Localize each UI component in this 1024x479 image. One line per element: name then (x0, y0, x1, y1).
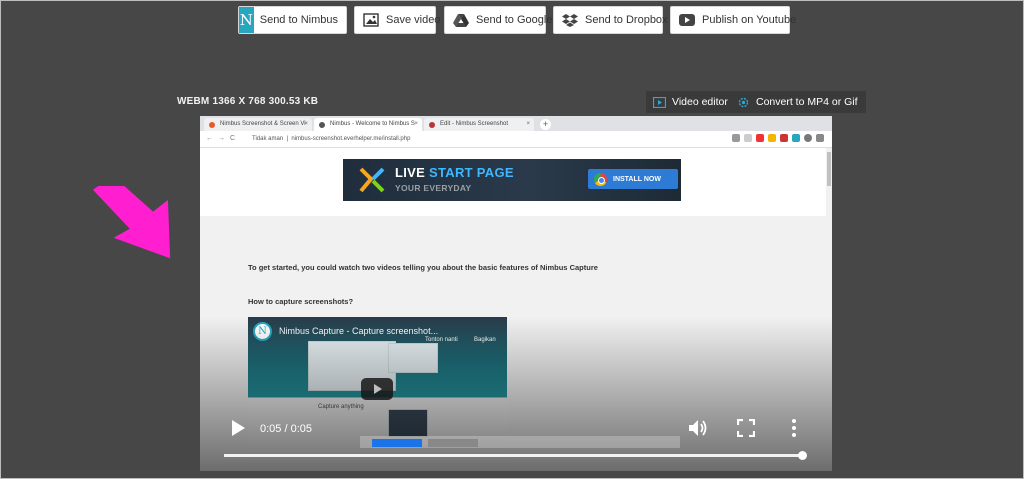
page-scrollbar (826, 148, 832, 471)
top-toolbar: N Send to Nimbus Save video Send to Goog… (1, 6, 1023, 34)
google-drive-icon (453, 10, 469, 30)
browser-tab-strip: Nimbus Screenshot & Screen Vi × Nimbus -… (200, 116, 832, 131)
video-editor-icon (652, 95, 666, 109)
video-editor-button[interactable]: Video editor (646, 91, 736, 113)
progress-knob[interactable] (798, 451, 807, 460)
banner-title-a: LIVE (395, 165, 430, 180)
thumbnail-shot (388, 343, 438, 373)
send-to-nimbus-label: Send to Nimbus (259, 14, 338, 26)
progress-bar[interactable] (224, 451, 807, 460)
publish-on-youtube-button[interactable]: Publish on Youtube (670, 6, 796, 34)
url-text: Tidak aman | nimbus-screenshot.everhelpe… (252, 136, 411, 142)
favicon-icon (319, 122, 325, 128)
live-start-page-banner: LIVE START PAGE YOUR EVERYDAY INSTALL NO… (343, 159, 681, 201)
youtube-play-icon (361, 378, 393, 400)
more-options-icon[interactable] (790, 418, 798, 438)
convert-gear-icon (736, 95, 750, 109)
image-icon (363, 10, 379, 30)
browser-nav-icons: ←→C (206, 135, 241, 142)
youtube-video-title: Nimbus Capture - Capture screenshot... (279, 326, 439, 336)
convert-button[interactable]: Convert to MP4 or Gif (730, 91, 866, 113)
cookie-notice (360, 436, 680, 448)
new-tab-icon: + (540, 119, 551, 130)
nimbus-logo-icon: N (239, 7, 254, 33)
chrome-icon (594, 172, 607, 186)
publish-on-youtube-label: Publish on Youtube (702, 14, 797, 26)
fullscreen-icon[interactable] (737, 419, 755, 437)
share-label: Bagikan (474, 337, 496, 343)
banner-title-b: START PAGE (429, 165, 514, 180)
nimbus-channel-icon: N (253, 322, 272, 341)
send-to-dropbox-button[interactable]: Send to Dropbox (553, 6, 668, 34)
browser-tab: Nimbus Screenshot & Screen Vi × (204, 118, 312, 131)
volume-icon[interactable] (687, 418, 709, 438)
banner-subtitle: YOUR EVERYDAY (395, 183, 472, 193)
address-bar: ←→C Tidak aman | nimbus-screenshot.everh… (200, 131, 832, 148)
favicon-icon (209, 122, 215, 128)
send-to-dropbox-label: Send to Dropbox (585, 14, 668, 26)
youtube-caption: Capture anything (318, 404, 364, 410)
play-icon[interactable] (230, 419, 246, 437)
send-to-google-button[interactable]: Send to Google (444, 6, 552, 34)
favicon-icon (429, 122, 435, 128)
browser-tab-label: Edit - Nimbus Screenshot (440, 121, 509, 127)
install-now-button: INSTALL NOW (588, 169, 678, 189)
video-preview[interactable]: Nimbus Screenshot & Screen Vi × Nimbus -… (200, 116, 832, 471)
dropbox-icon (562, 10, 578, 30)
video-editor-label: Video editor (672, 96, 728, 108)
send-to-nimbus-button[interactable]: N Send to Nimbus (238, 6, 347, 34)
file-info: WEBM 1366 X 768 300.53 KB (177, 96, 319, 107)
convert-label: Convert to MP4 or Gif (756, 96, 858, 108)
extension-icons (732, 134, 824, 142)
send-to-google-label: Send to Google (476, 14, 553, 26)
install-now-label: INSTALL NOW (613, 175, 661, 183)
live-start-logo-icon (359, 167, 385, 193)
save-video-label: Save video (386, 14, 441, 26)
secure-label: Tidak aman (252, 136, 284, 142)
banner-title: LIVE START PAGE (395, 165, 514, 180)
playback-time: 0:05 / 0:05 (260, 423, 312, 435)
close-icon: × (304, 121, 308, 127)
save-video-button[interactable]: Save video (354, 6, 440, 34)
youtube-icon (679, 10, 695, 30)
browser-tab-label: Nimbus - Welcome to Nimbus S (330, 121, 415, 127)
browser-tab-label: Nimbus Screenshot & Screen Vi (220, 121, 306, 127)
close-icon: × (526, 121, 530, 127)
browser-tab-active: Nimbus - Welcome to Nimbus S × (314, 118, 422, 131)
url-value: nimbus-screenshot.everhelper.me/install.… (291, 136, 411, 142)
thumbnail-shot (388, 409, 428, 437)
browser-tab: Edit - Nimbus Screenshot × (424, 118, 534, 131)
howto-heading: How to capture screenshots? (248, 297, 354, 306)
intro-text: To get started, you could watch two vide… (248, 263, 598, 272)
close-icon: × (414, 121, 418, 127)
magenta-arrow-icon (92, 186, 171, 259)
